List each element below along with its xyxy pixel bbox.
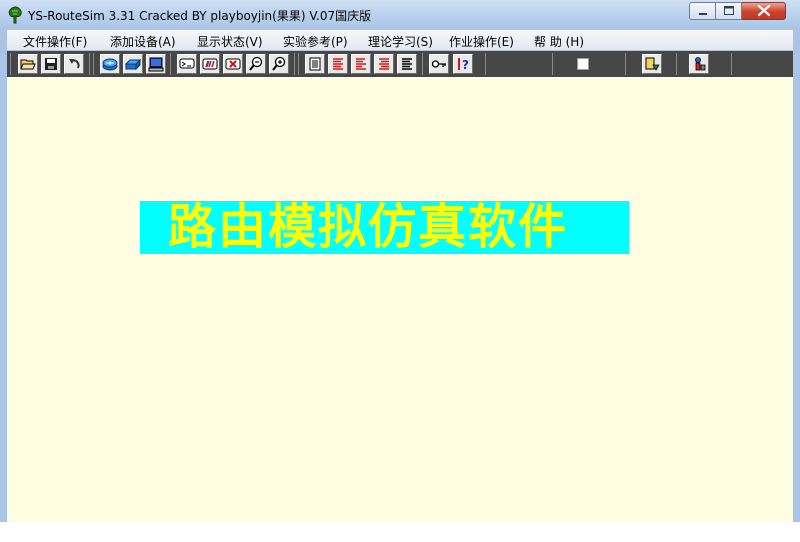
switch-icon — [125, 58, 141, 71]
save-button[interactable] — [41, 54, 61, 74]
export-icon — [645, 57, 660, 71]
toolbar-separator — [485, 53, 486, 75]
router-icon — [102, 58, 118, 71]
svg-text:?: ? — [462, 58, 469, 72]
menu-help[interactable]: 帮 助 (H) — [534, 33, 584, 50]
save-icon — [45, 58, 57, 70]
toolbar-separator — [552, 53, 553, 75]
add-switch-button[interactable] — [123, 54, 143, 74]
zoom-in-icon — [272, 56, 286, 71]
toolbar-separator — [10, 53, 11, 75]
menu-file[interactable]: 文件操作(F) — [23, 33, 87, 50]
console-button[interactable] — [177, 54, 197, 74]
zoom-in-button[interactable] — [269, 54, 289, 74]
red-lines-right-button[interactable] — [374, 54, 394, 74]
window-bottom-strip — [0, 522, 800, 542]
toolbar-separator — [93, 53, 94, 75]
menu-view-status[interactable]: 显示状态(V) — [197, 33, 263, 50]
toolbar-separator — [731, 53, 732, 75]
topology-workspace[interactable]: 路由模拟仿真软件 — [7, 77, 793, 522]
toolbar-separator — [298, 53, 299, 75]
close-button[interactable] — [742, 2, 786, 20]
minimize-icon — [699, 13, 707, 15]
banner-title: 路由模拟仿真软件 — [168, 201, 569, 254]
app-window: YS-RouteSim 3.31 Cracked BY playboyjin(果… — [0, 0, 800, 542]
menu-bar: 文件操作(F) 添加设备(A) 显示状态(V) 实验参考(P) 理论学习(S) … — [7, 30, 793, 51]
toolbar: ? — [7, 51, 793, 77]
menu-assignment[interactable]: 作业操作(E) — [449, 33, 514, 50]
zoom-out-icon — [249, 56, 263, 71]
text-list-icon — [309, 57, 321, 71]
stop-icon — [580, 61, 586, 67]
close-icon — [757, 4, 771, 17]
undo-icon — [69, 59, 80, 69]
title-bar[interactable]: YS-RouteSim 3.31 Cracked BY playboyjin(果… — [0, 0, 800, 30]
toolbar-separator — [294, 53, 295, 75]
red-lines-icon — [333, 58, 343, 70]
help-button[interactable]: ? — [453, 54, 473, 74]
open-folder-icon — [20, 59, 36, 70]
stop-button[interactable] — [577, 58, 589, 70]
undo-button[interactable] — [64, 54, 84, 74]
black-lines-icon — [402, 58, 412, 70]
rename-icon — [202, 58, 218, 70]
maximize-button[interactable] — [716, 2, 742, 20]
text-list-button[interactable] — [305, 54, 325, 74]
user-icon — [695, 57, 706, 71]
splash-banner: 路由模拟仿真软件 — [140, 201, 629, 254]
toolbar-separator — [625, 53, 626, 75]
user-button[interactable] — [689, 54, 709, 74]
help-icon: ? — [458, 58, 469, 72]
menu-add-device[interactable]: 添加设备(A) — [110, 33, 176, 50]
window-title: YS-RouteSim 3.31 Cracked BY playboyjin(果… — [28, 9, 372, 23]
red-lines-alt-button[interactable] — [351, 54, 371, 74]
menu-lab-reference[interactable]: 实验参考(P) — [283, 33, 348, 50]
pc-icon — [148, 57, 164, 72]
menu-theory-study[interactable]: 理论学习(S) — [368, 33, 433, 50]
toolbar-separator — [170, 53, 171, 75]
delete-button[interactable] — [223, 54, 243, 74]
toolbar-separator — [89, 53, 90, 75]
red-lines-right-icon — [379, 58, 389, 70]
window-frame-right — [793, 30, 800, 542]
delete-icon — [225, 58, 241, 70]
key-icon — [431, 60, 446, 68]
export-button[interactable] — [642, 54, 662, 74]
console-icon — [179, 58, 195, 69]
maximize-icon — [724, 6, 734, 15]
window-frame-left — [0, 30, 7, 542]
rename-button[interactable] — [200, 54, 220, 74]
key-button[interactable] — [429, 54, 449, 74]
red-lines-button[interactable] — [328, 54, 348, 74]
toolbar-separator — [422, 53, 423, 75]
minimize-button[interactable] — [689, 2, 716, 20]
add-router-button[interactable] — [100, 54, 120, 74]
black-lines-button[interactable] — [397, 54, 417, 74]
toolbar-separator — [676, 53, 677, 75]
red-lines-alt-icon — [356, 58, 366, 70]
open-button[interactable] — [18, 54, 38, 74]
zoom-out-button[interactable] — [246, 54, 266, 74]
app-tree-icon — [8, 6, 22, 24]
add-pc-button[interactable] — [146, 54, 166, 74]
